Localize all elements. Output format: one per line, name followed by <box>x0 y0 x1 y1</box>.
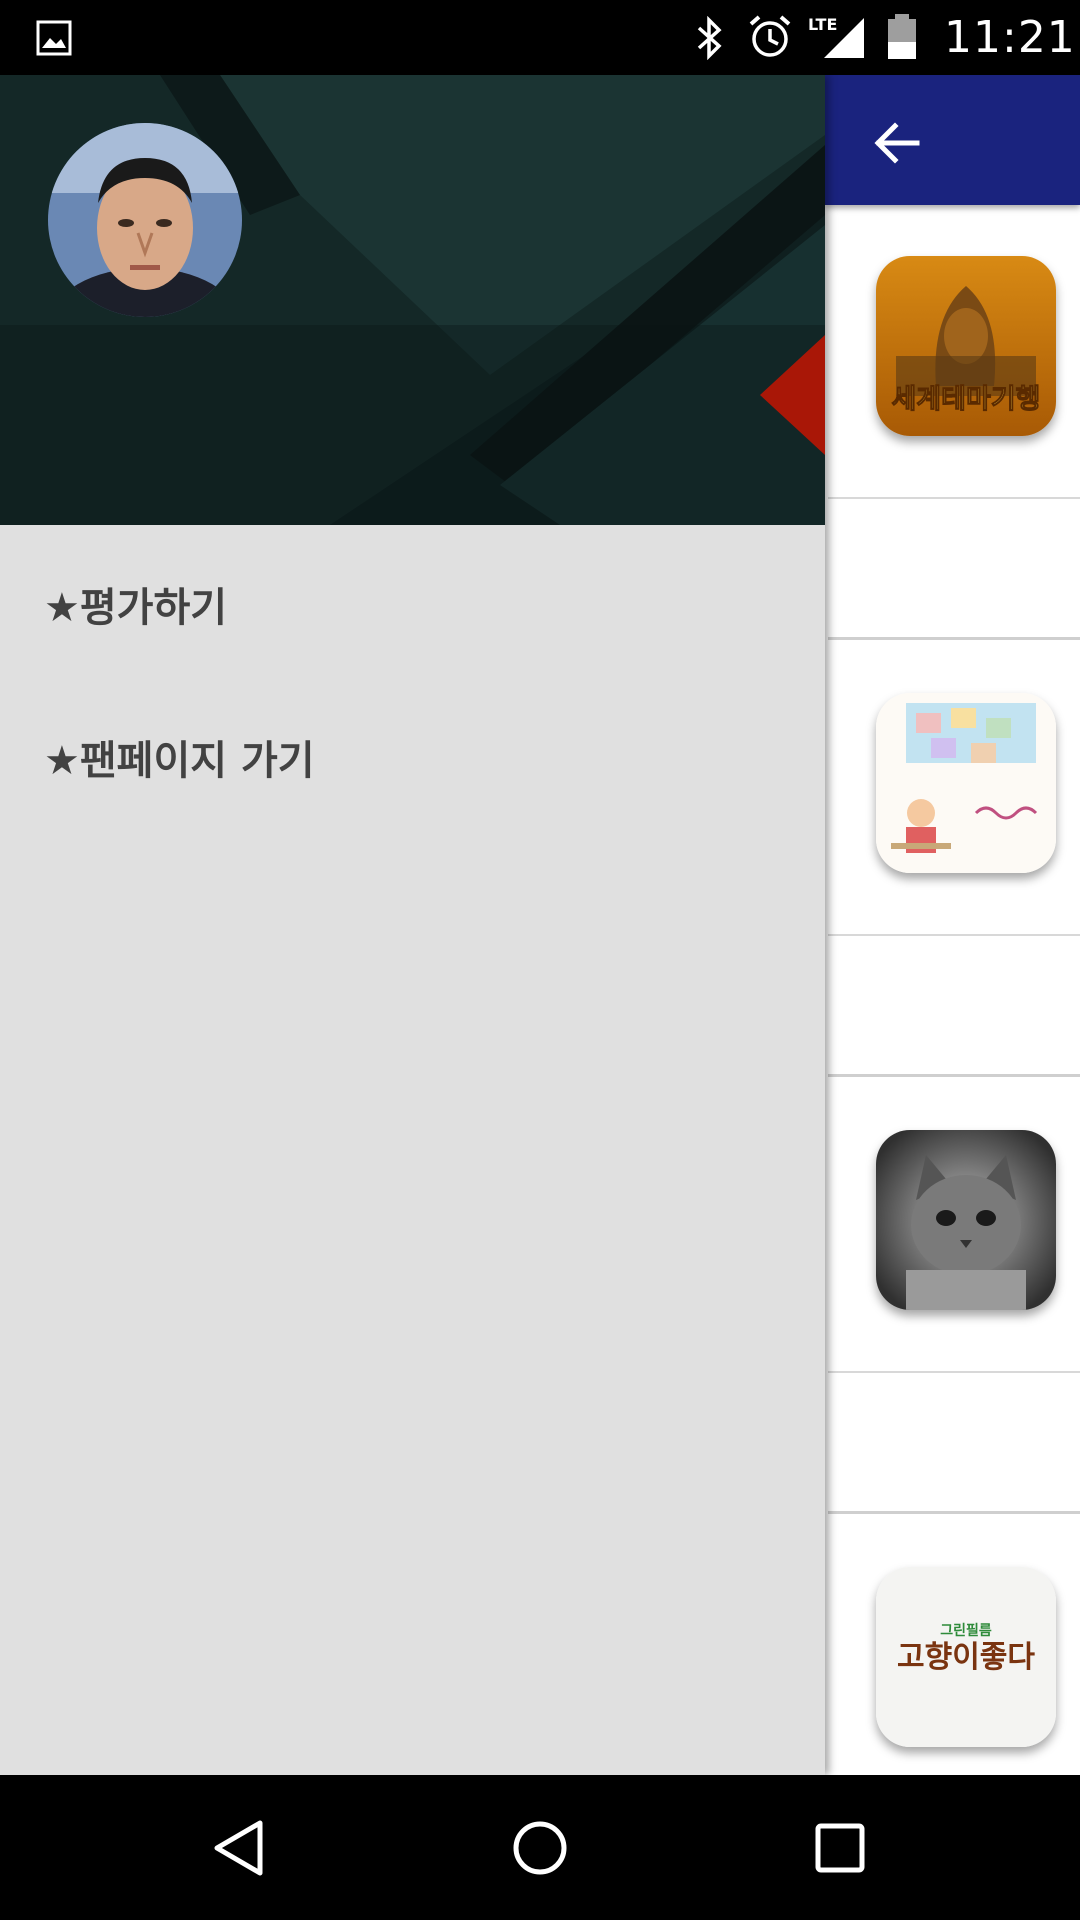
thumbnail-title: 고향이좋다 <box>897 1640 1035 1675</box>
list-item[interactable]: 그린필름 고향이좋다 <box>828 1516 1080 1775</box>
list-divider <box>828 1373 1080 1514</box>
travel-sphinx-thumbnail[interactable]: 세계테마기행 <box>876 256 1056 436</box>
list-item[interactable]: 세계테마기행 <box>828 205 1080 499</box>
drawer-header <box>0 75 825 525</box>
menu-item-rate[interactable]: ★평가하기 <box>44 575 227 633</box>
alarm-icon <box>749 15 791 57</box>
gallery-icon <box>36 20 72 56</box>
thumbnail-title: 세계테마기행 <box>891 384 1040 415</box>
battery-icon <box>888 14 916 59</box>
list-item[interactable] <box>828 642 1080 936</box>
network-label: LTE <box>808 15 837 34</box>
back-triangle-icon[interactable] <box>205 1813 275 1883</box>
arrow-back-icon[interactable] <box>869 115 925 171</box>
kitten-photo-thumbnail[interactable] <box>876 1130 1056 1310</box>
lte-signal-icon: LTE <box>808 15 864 58</box>
menu-item-fan-page[interactable]: ★팬페이지 가기 <box>44 728 315 786</box>
clock: 11:21 <box>944 12 1076 63</box>
app-bar <box>825 75 1080 205</box>
list-divider <box>828 499 1080 640</box>
navigation-drawer: ★평가하기 ★팬페이지 가기 <box>0 75 825 1775</box>
system-nav-bar <box>0 1775 1080 1920</box>
main-content: 세계테마기행 그린필름 고향이좋다 <box>825 75 1080 1775</box>
bluetooth-icon <box>697 16 722 60</box>
puzzle-illustration-thumbnail[interactable] <box>876 693 1056 873</box>
status-bar: LTE 11:21 <box>0 0 1080 75</box>
hometown-logo-thumbnail[interactable]: 그린필름 고향이좋다 <box>876 1567 1056 1747</box>
thumbnail-caption: 그린필름 <box>940 1622 992 1639</box>
avatar[interactable] <box>48 123 242 317</box>
recents-square-icon[interactable] <box>805 1813 875 1883</box>
list-divider <box>828 936 1080 1077</box>
home-circle-icon[interactable] <box>505 1813 575 1883</box>
list-item[interactable] <box>828 1079 1080 1373</box>
